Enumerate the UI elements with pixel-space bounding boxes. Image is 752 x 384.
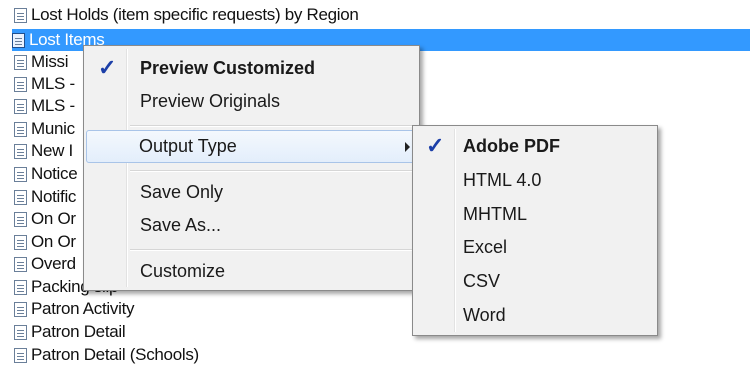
menu-item-label: Customize — [140, 260, 226, 281]
report-document-icon — [14, 347, 27, 363]
submenu-item-word[interactable]: Word — [415, 299, 655, 331]
report-document-icon — [14, 121, 27, 137]
list-item-label: Patron Detail (Schools) — [31, 345, 199, 364]
report-document-icon — [14, 256, 27, 272]
report-document-icon — [14, 7, 27, 23]
menu-item-label: Save As... — [140, 214, 222, 235]
report-document-icon — [14, 98, 27, 114]
menu-item-customize[interactable]: Customize — [86, 255, 417, 287]
report-document-icon — [14, 211, 27, 227]
report-document-icon — [14, 189, 27, 205]
checkmark-icon: ✓ — [426, 133, 445, 158]
menu-item-label: Save Only — [140, 181, 224, 202]
menu-separator — [130, 170, 415, 172]
list-item-label: Notific — [31, 187, 77, 206]
report-document-icon — [14, 54, 27, 70]
submenu-arrow-icon — [405, 142, 410, 152]
report-document-icon — [14, 143, 27, 159]
menu-item-save-as[interactable]: Save As... — [86, 209, 417, 241]
menu-item-label: Preview Customized — [140, 57, 316, 78]
list-item[interactable]: Lost Holds (item specific requests) by R… — [14, 4, 752, 26]
list-item-label: Missi — [31, 52, 69, 71]
report-document-icon — [14, 301, 27, 317]
menu-item-label: Word — [463, 304, 506, 325]
menu-item-label: Preview Originals — [140, 90, 281, 111]
menu-item-preview-customized[interactable]: ✓ Preview Customized — [86, 52, 417, 84]
list-item-label: On Or — [31, 232, 76, 251]
list-item[interactable]: Patron Detail (Schools) — [14, 344, 752, 366]
report-document-icon — [12, 32, 25, 48]
checkmark-icon: ✓ — [98, 55, 117, 80]
list-item-label: Patron Activity — [31, 299, 135, 318]
report-document-icon — [14, 76, 27, 92]
menu-item-output-type[interactable]: Output Type — [86, 130, 417, 163]
list-item-label: On Or — [31, 209, 76, 228]
report-document-icon — [14, 166, 27, 182]
menu-item-label: CSV — [463, 270, 501, 291]
output-type-submenu: ✓ Adobe PDF HTML 4.0 MHTML Excel CSV Wor… — [412, 125, 658, 336]
submenu-item-csv[interactable]: CSV — [415, 265, 655, 297]
menu-item-label: Output Type — [139, 136, 237, 156]
submenu-item-mhtml[interactable]: MHTML — [415, 198, 655, 230]
list-item-label: MLS - — [31, 74, 75, 93]
list-item-label: Lost Holds (item specific requests) by R… — [31, 5, 359, 24]
menu-item-label: Adobe PDF — [463, 135, 560, 156]
menu-item-save-only[interactable]: Save Only — [86, 176, 417, 208]
menu-item-label: Excel — [463, 236, 508, 257]
list-item-label: Patron Detail — [31, 322, 126, 341]
report-document-icon — [14, 324, 27, 340]
context-menu: ✓ Preview Customized Preview Originals O… — [83, 45, 420, 291]
list-item-label: MLS - — [31, 96, 75, 115]
menu-item-preview-originals[interactable]: Preview Originals — [86, 85, 417, 117]
report-document-icon — [14, 279, 27, 295]
report-document-icon — [14, 234, 27, 250]
menu-separator — [130, 249, 415, 251]
menu-item-label: HTML 4.0 — [463, 169, 542, 190]
list-item-label: Notice — [31, 164, 78, 183]
menu-separator — [130, 125, 415, 127]
submenu-item-adobe-pdf[interactable]: ✓ Adobe PDF — [415, 130, 655, 162]
menu-item-label: MHTML — [463, 203, 527, 224]
submenu-item-excel[interactable]: Excel — [415, 231, 655, 263]
submenu-item-html-4[interactable]: HTML 4.0 — [415, 164, 655, 196]
list-item-label: Overd — [31, 254, 76, 273]
list-item-label: Munic — [31, 119, 75, 138]
list-item-label: New I — [31, 141, 73, 160]
